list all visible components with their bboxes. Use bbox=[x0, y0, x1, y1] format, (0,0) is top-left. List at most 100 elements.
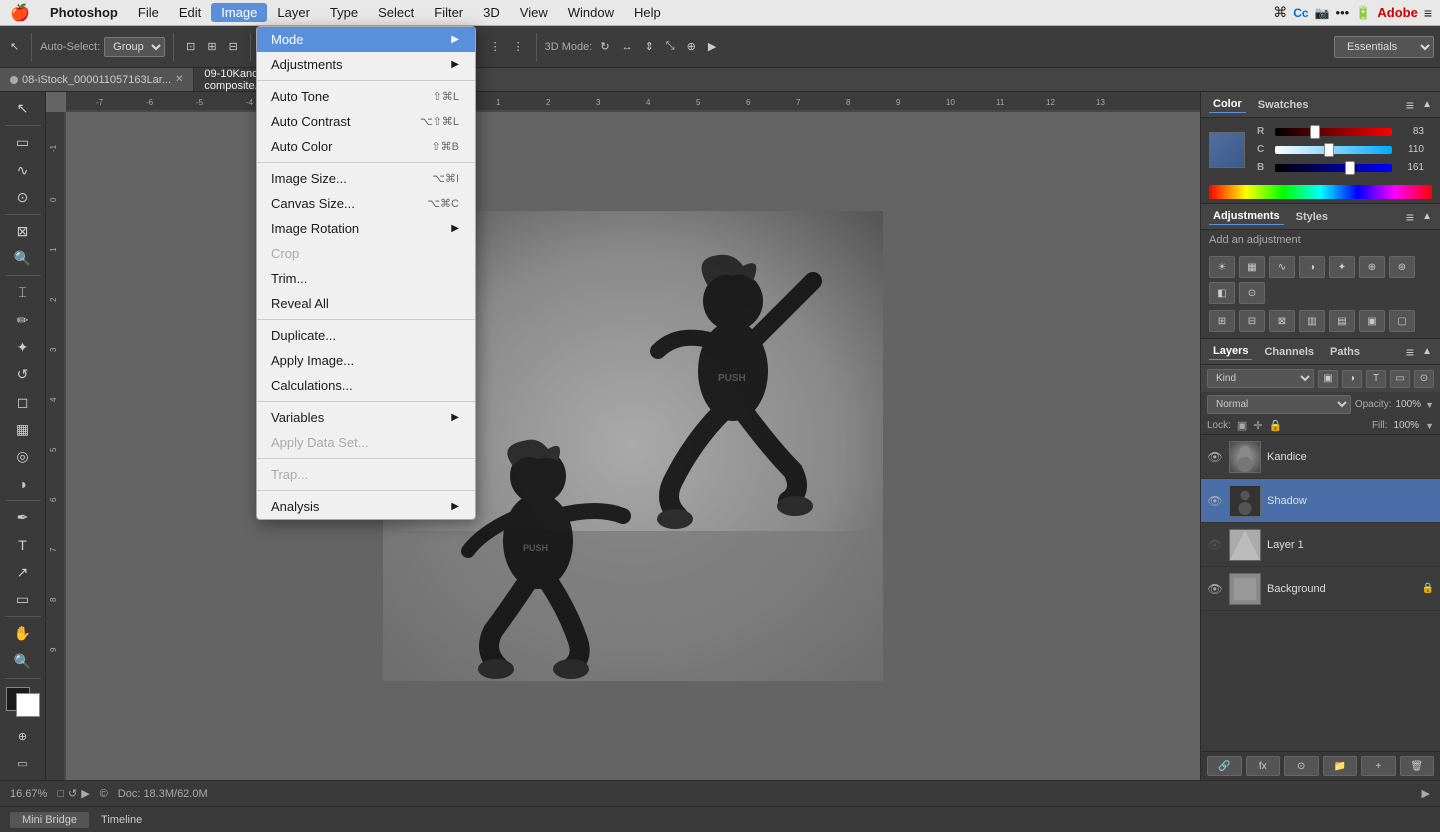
menu-image-size[interactable]: Image Size... ⌥⌘I bbox=[257, 166, 475, 191]
menu-select[interactable]: Select bbox=[368, 3, 424, 22]
layer-row-layer1[interactable]: 👁 Layer 1 bbox=[1201, 523, 1440, 567]
color-tab[interactable]: Color bbox=[1209, 96, 1246, 113]
smart-filter-btn[interactable]: ⊙ bbox=[1414, 370, 1434, 388]
brightness-adj[interactable]: ☀ bbox=[1209, 256, 1235, 278]
apple-menu[interactable]: 🍎 bbox=[0, 3, 40, 23]
3d-scale[interactable]: ⊕ bbox=[683, 38, 700, 55]
menu-adjustments[interactable]: Adjustments ▶ bbox=[257, 52, 475, 77]
menu-filter[interactable]: Filter bbox=[424, 3, 473, 22]
layers-collapse-icon[interactable]: ▲ bbox=[1422, 346, 1432, 357]
new-layer-btn[interactable]: + bbox=[1361, 756, 1396, 776]
menu-window[interactable]: Window bbox=[558, 3, 624, 22]
type-filter-btn[interactable]: T bbox=[1366, 370, 1386, 388]
path-select[interactable]: ↗ bbox=[6, 560, 40, 585]
curves-adj[interactable]: ∿ bbox=[1269, 256, 1295, 278]
menu-auto-tone[interactable]: Auto Tone ⇧⌘L bbox=[257, 84, 475, 109]
transform-btn-1[interactable]: ⊡ bbox=[182, 38, 199, 55]
threshold-adj[interactable]: ▤ bbox=[1329, 310, 1355, 332]
colorlookup-adj[interactable]: ⊟ bbox=[1239, 310, 1265, 332]
menu-calculations[interactable]: Calculations... bbox=[257, 373, 475, 398]
layer-row-background[interactable]: 👁 Background 🔒 bbox=[1201, 567, 1440, 611]
blend-mode-dropdown[interactable]: Normal Multiply Screen bbox=[1207, 395, 1351, 414]
quick-select-tool[interactable]: ⊙ bbox=[6, 185, 40, 210]
b-slider-thumb[interactable] bbox=[1345, 161, 1355, 175]
menu-3d[interactable]: 3D bbox=[473, 3, 510, 22]
menu-variables[interactable]: Variables ▶ bbox=[257, 405, 475, 430]
next-arrow[interactable]: ▶ bbox=[1422, 788, 1430, 800]
shadow-visibility[interactable]: 👁 bbox=[1207, 493, 1223, 509]
kandice-visibility[interactable]: 👁 bbox=[1207, 449, 1223, 465]
doc-tab-1[interactable]: 08-iStock_000011057163Lar... ✕ bbox=[0, 68, 194, 91]
menu-canvas-size[interactable]: Canvas Size... ⌥⌘C bbox=[257, 191, 475, 216]
menu-auto-contrast[interactable]: Auto Contrast ⌥⇧⌘L bbox=[257, 109, 475, 134]
bw-adj[interactable]: ◧ bbox=[1209, 282, 1235, 304]
layers-tab[interactable]: Layers bbox=[1209, 343, 1252, 360]
layers-panel-options[interactable]: ≡ bbox=[1406, 344, 1414, 360]
c-slider-thumb[interactable] bbox=[1324, 143, 1334, 157]
adj-panel-options[interactable]: ≡ bbox=[1406, 209, 1414, 225]
layer-row-shadow[interactable]: 👁 Shadow bbox=[1201, 479, 1440, 523]
collapse-icon[interactable]: ▲ bbox=[1422, 99, 1432, 110]
kind-filter-dropdown[interactable]: Kind bbox=[1207, 369, 1314, 388]
dodge-tool[interactable]: ◑ bbox=[6, 471, 40, 496]
selectivecolor-adj[interactable]: ▢ bbox=[1389, 310, 1415, 332]
3d-rotate[interactable]: ↻ bbox=[596, 38, 613, 55]
paths-tab[interactable]: Paths bbox=[1326, 344, 1364, 360]
channelmixer-adj[interactable]: ⊞ bbox=[1209, 310, 1235, 332]
opacity-arrow[interactable]: ▼ bbox=[1425, 400, 1434, 410]
photofilter-adj[interactable]: ⊙ bbox=[1239, 282, 1265, 304]
vibrance-adj[interactable]: ✦ bbox=[1329, 256, 1355, 278]
layer-row-kandice[interactable]: 👁 Kandice bbox=[1201, 435, 1440, 479]
menu-auto-color[interactable]: Auto Color ⇧⌘B bbox=[257, 134, 475, 159]
swatches-tab[interactable]: Swatches bbox=[1254, 97, 1313, 113]
adjust-filter-btn[interactable]: ◑ bbox=[1342, 370, 1362, 388]
delete-layer-btn[interactable]: 🗑 bbox=[1400, 756, 1435, 776]
add-fx-btn[interactable]: fx bbox=[1246, 756, 1281, 776]
move-tool-options[interactable]: ↖ bbox=[6, 38, 23, 55]
menu-photoshop[interactable]: Photoshop bbox=[40, 3, 128, 22]
workspace-dropdown[interactable]: Essentials bbox=[1334, 36, 1434, 58]
add-mask-btn[interactable]: ⊙ bbox=[1284, 756, 1319, 776]
channels-tab[interactable]: Channels bbox=[1260, 344, 1318, 360]
menu-reveal-all[interactable]: Reveal All bbox=[257, 291, 475, 316]
hsl-adj[interactable]: ⊕ bbox=[1359, 256, 1385, 278]
move-tool[interactable]: ↖ bbox=[6, 96, 40, 121]
blur-tool[interactable]: ◎ bbox=[6, 444, 40, 469]
eraser-tool[interactable]: ◻ bbox=[6, 389, 40, 414]
screen-mode[interactable]: ▭ bbox=[6, 751, 40, 776]
timeline-tab[interactable]: Timeline bbox=[89, 812, 154, 828]
levels-adj[interactable]: ▦ bbox=[1239, 256, 1265, 278]
zoom-tool[interactable]: 🔍 bbox=[6, 649, 40, 674]
menu-type[interactable]: Type bbox=[320, 3, 368, 22]
menu-mode[interactable]: Mode ▶ bbox=[257, 27, 475, 52]
opacity-value[interactable]: 100% bbox=[1396, 399, 1422, 410]
hand-tool[interactable]: ✋ bbox=[6, 621, 40, 646]
new-group-btn[interactable]: 📁 bbox=[1323, 756, 1358, 776]
distribute-5[interactable]: ⋮ bbox=[486, 38, 505, 55]
auto-select-dropdown[interactable]: Group Layer bbox=[104, 37, 165, 57]
patch-tool[interactable]: ⌶ bbox=[6, 280, 40, 305]
styles-tab[interactable]: Styles bbox=[1292, 209, 1332, 225]
menu-image[interactable]: Image bbox=[211, 3, 267, 22]
background-color[interactable] bbox=[16, 693, 40, 717]
main-color-swatch[interactable] bbox=[1209, 132, 1245, 168]
text-tool[interactable]: T bbox=[6, 533, 40, 558]
brush-tool[interactable]: ✏ bbox=[6, 308, 40, 333]
fill-value[interactable]: 100% bbox=[1394, 420, 1420, 431]
lock-all-icon[interactable]: 🔒 bbox=[1269, 419, 1283, 432]
menu-edit[interactable]: Edit bbox=[169, 3, 211, 22]
lock-move-icon[interactable]: ✛ bbox=[1253, 419, 1262, 432]
eyedropper-tool[interactable]: 🔍 bbox=[6, 246, 40, 271]
3d-slide[interactable]: ⤡ bbox=[662, 38, 679, 55]
gradientmap-adj[interactable]: ▣ bbox=[1359, 310, 1385, 332]
menu-trim[interactable]: Trim... bbox=[257, 266, 475, 291]
menu-icon[interactable]: ≡ bbox=[1424, 5, 1432, 21]
clone-tool[interactable]: ✦ bbox=[6, 335, 40, 360]
lock-pixels-icon[interactable]: ▣ bbox=[1237, 419, 1247, 432]
add-link-btn[interactable]: 🔗 bbox=[1207, 756, 1242, 776]
shape-tool[interactable]: ▭ bbox=[6, 587, 40, 612]
shape-filter-btn[interactable]: ▭ bbox=[1390, 370, 1410, 388]
history-brush[interactable]: ↺ bbox=[6, 362, 40, 387]
adjustments-tab[interactable]: Adjustments bbox=[1209, 208, 1284, 225]
colorbalance-adj[interactable]: ⊛ bbox=[1389, 256, 1415, 278]
